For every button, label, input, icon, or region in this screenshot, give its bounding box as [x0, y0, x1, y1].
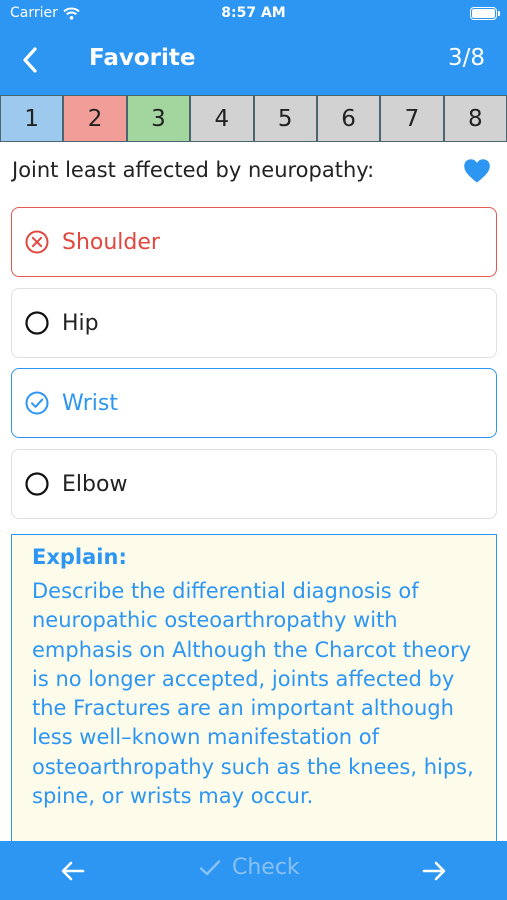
option-shoulder[interactable]: Shoulder	[11, 207, 497, 277]
page-title: Favorite	[89, 45, 196, 71]
checkmark-icon	[199, 859, 221, 875]
option-hip[interactable]: Hip	[11, 288, 497, 358]
option-label: Shoulder	[62, 229, 160, 255]
option-elbow[interactable]: Elbow	[11, 449, 497, 519]
option-label: Wrist	[62, 390, 119, 416]
question-text: Joint least affected by neuropathy:	[12, 158, 375, 182]
tab-question-3[interactable]: 3	[125, 96, 190, 141]
check-label: Check	[232, 855, 300, 880]
tab-question-8[interactable]: 8	[442, 96, 507, 141]
nav-bar: Favorite 3/8	[0, 28, 507, 95]
option-label: Hip	[62, 310, 99, 336]
battery-icon	[470, 7, 500, 20]
status-bar: Carrier 8:57 AM	[0, 0, 507, 28]
explanation-title: Explain:	[32, 545, 127, 569]
tab-question-1[interactable]: 1	[0, 96, 63, 141]
question-tabs: 1 2 3 4 5 6 7 8	[0, 95, 507, 142]
status-time: 8:57 AM	[221, 5, 286, 21]
bottom-bar: Check	[0, 841, 507, 900]
tab-question-2[interactable]: 2	[62, 96, 126, 141]
check-circle-icon	[24, 390, 50, 416]
arrow-left-icon[interactable]	[58, 857, 88, 885]
check-button[interactable]: Check	[198, 855, 300, 880]
arrow-right-icon[interactable]	[419, 857, 449, 885]
x-circle-icon	[24, 229, 50, 255]
option-label: Elbow	[62, 471, 128, 497]
back-button[interactable]	[16, 46, 44, 74]
chevron-left-icon	[23, 47, 37, 73]
radio-empty-icon	[24, 310, 50, 336]
tab-question-4[interactable]: 4	[189, 96, 253, 141]
heart-icon[interactable]	[463, 158, 491, 184]
radio-empty-icon	[24, 471, 50, 497]
explanation-panel: Explain: Describe the differential diagn…	[11, 534, 497, 844]
tab-question-6[interactable]: 6	[315, 96, 380, 141]
question-counter: 3/8	[447, 45, 485, 71]
option-wrist[interactable]: Wrist	[11, 368, 497, 438]
explanation-text: Describe the differential diagnosis of n…	[32, 579, 474, 809]
tab-question-5[interactable]: 5	[252, 96, 316, 141]
header: Carrier 8:57 AM Favorite 3/8	[0, 0, 507, 95]
tab-question-7[interactable]: 7	[379, 96, 443, 141]
